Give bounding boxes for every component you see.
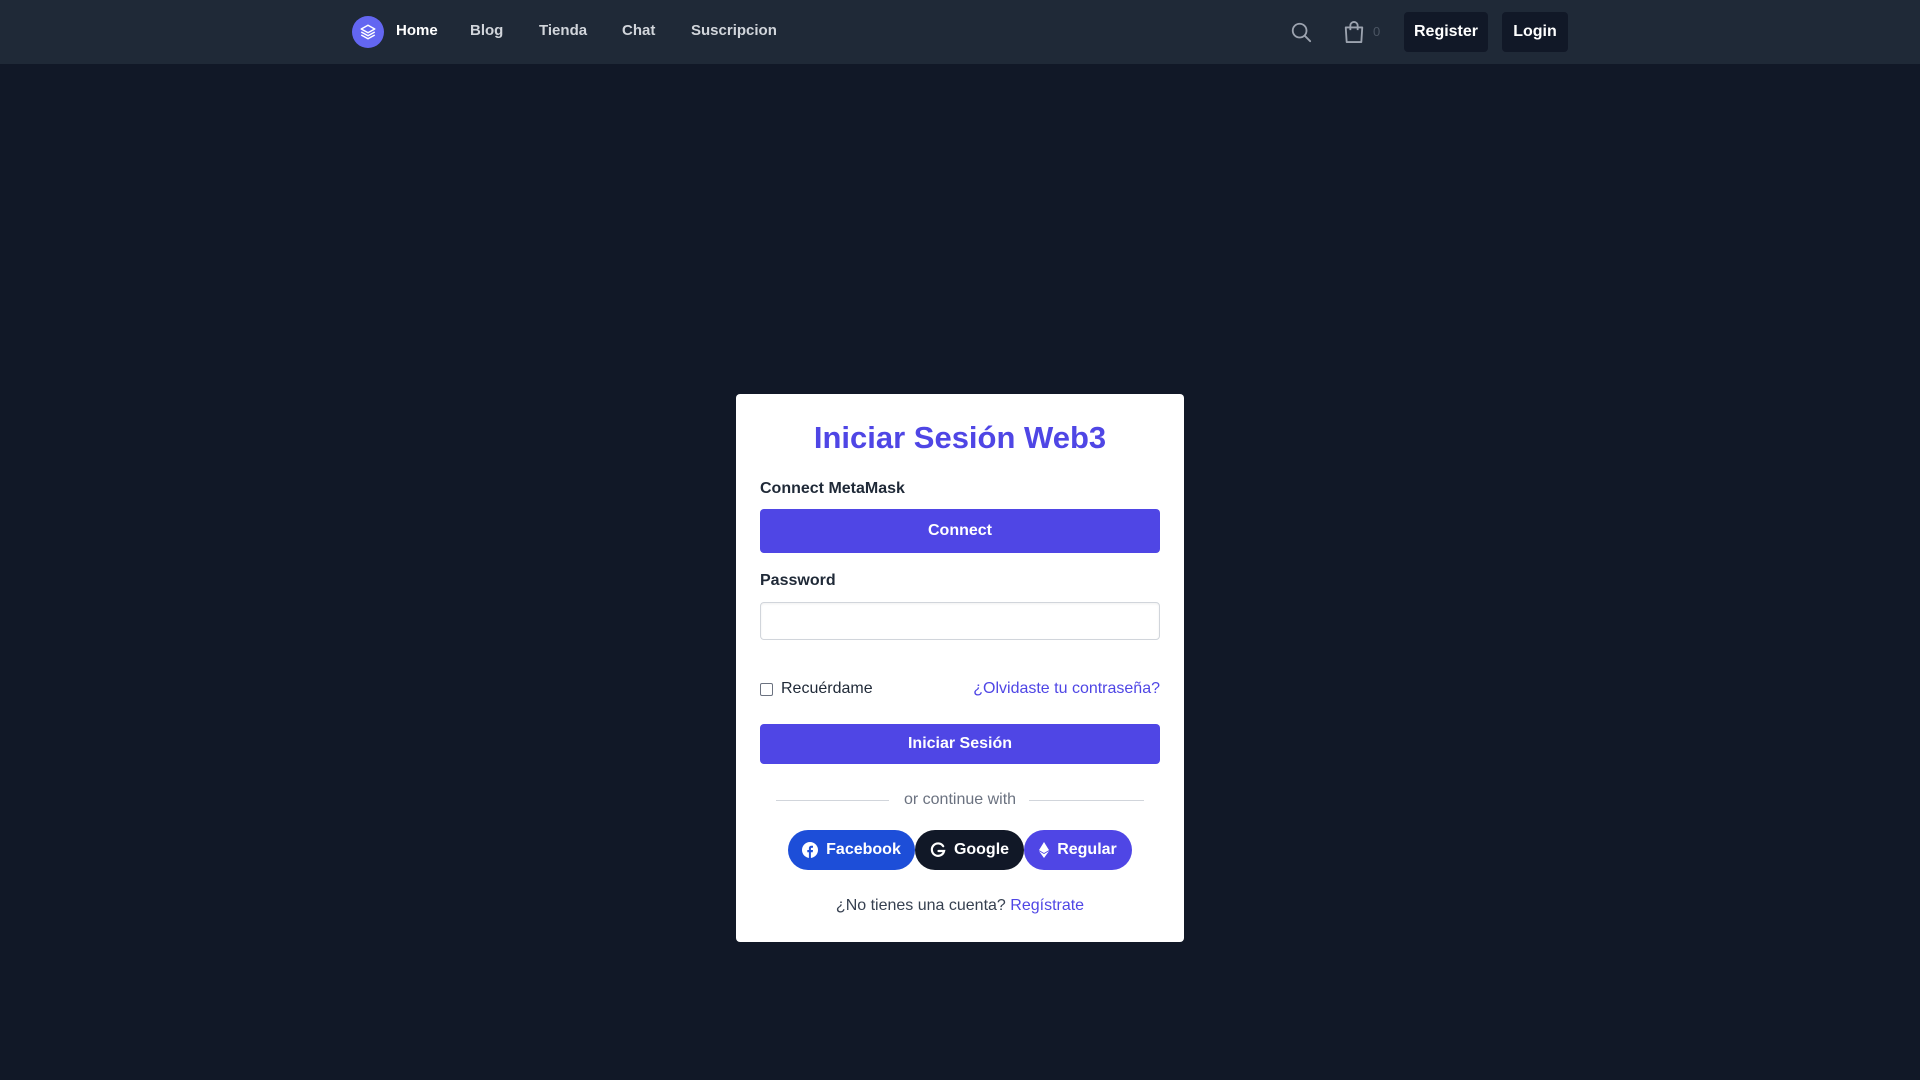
nav-link-home[interactable]: Home [396, 22, 438, 39]
logo[interactable] [352, 16, 384, 48]
google-label: Google [953, 841, 1010, 858]
facebook-icon [802, 842, 819, 858]
metamask-label: Connect MetaMask [760, 480, 905, 497]
google-icon [930, 842, 946, 857]
login-card: Iniciar Sesión Web3 Connect MetaMask Con… [736, 394, 1184, 942]
shopping-bag-icon[interactable] [1343, 20, 1365, 44]
signup-link[interactable]: Regístrate [1010, 897, 1084, 914]
signup-prompt-text: ¿No tienes una cuenta? [835, 897, 1006, 914]
cart-count: 0 [1373, 24, 1381, 39]
facebook-login-button[interactable]: Facebook [788, 830, 915, 870]
remember-label: Recuérdame [781, 680, 873, 697]
login-button[interactable]: Login [1502, 12, 1568, 52]
search-icon[interactable] [1290, 21, 1312, 43]
connect-metamask-button[interactable]: Connect [760, 509, 1160, 553]
regular-login-button[interactable]: Regular [1024, 830, 1132, 870]
nav-link-suscripcion[interactable]: Suscripcion [691, 22, 777, 39]
register-button[interactable]: Register [1404, 12, 1488, 52]
ethereum-icon [1039, 842, 1050, 858]
remember-checkbox[interactable] [760, 682, 773, 696]
password-label: Password [760, 572, 836, 589]
google-login-button[interactable]: Google [915, 830, 1024, 870]
divider-text: or continue with [903, 791, 1017, 808]
password-input[interactable] [760, 602, 1160, 640]
layers-icon [360, 24, 376, 40]
signup-prompt: ¿No tienes una cuenta? Regístrate [736, 897, 1184, 915]
regular-label: Regular [1057, 841, 1117, 858]
nav-link-tienda[interactable]: Tienda [539, 22, 587, 39]
top-navbar: Home Blog Tienda Chat Suscripcion 0 Regi… [0, 0, 1920, 64]
nav-link-blog[interactable]: Blog [470, 22, 503, 39]
facebook-label: Facebook [826, 841, 901, 858]
card-title: Iniciar Sesión Web3 [813, 420, 1107, 455]
remember-me[interactable]: Recuérdame [760, 680, 873, 698]
submit-login-button[interactable]: Iniciar Sesión [760, 724, 1160, 764]
nav-link-chat[interactable]: Chat [622, 22, 655, 39]
forgot-password-link[interactable]: ¿Olvidaste tu contraseña? [973, 680, 1160, 698]
